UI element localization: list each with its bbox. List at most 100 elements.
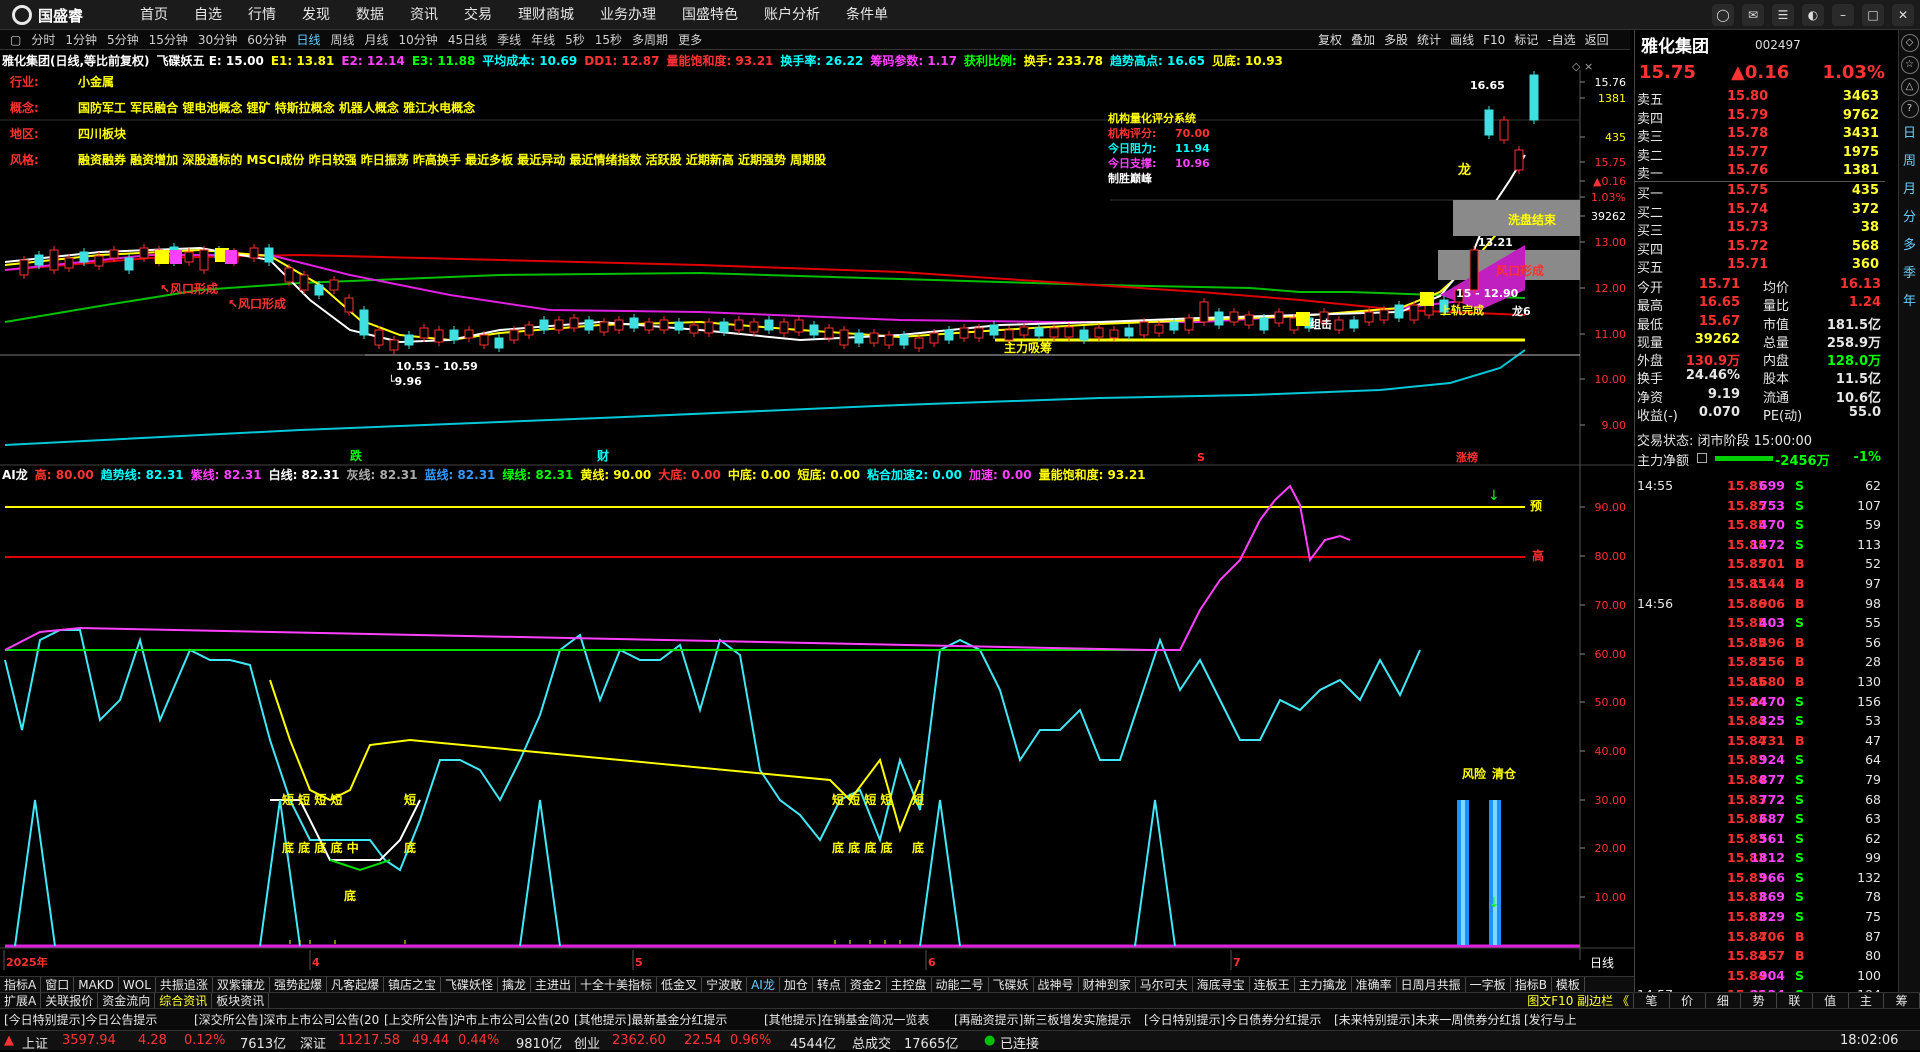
news-item-1[interactable]: [深交所公告]深市上市公司公告(2025.07.28) (190, 1009, 380, 1030)
indicator-tab-29[interactable]: 日周月共振 (1397, 977, 1466, 992)
cy-label[interactable]: 创业 (574, 1033, 600, 1052)
nav-item-3[interactable]: 发现 (302, 0, 330, 30)
news-item-8[interactable]: [发行与上 (1520, 1009, 1710, 1030)
period-7[interactable]: 周线 (331, 31, 355, 48)
indicator-tab-21[interactable]: 飞碟妖 (989, 977, 1034, 992)
indicator-tab-26[interactable]: 连板王 (1250, 977, 1295, 992)
chart-tool-0[interactable]: 复权 (1318, 30, 1342, 50)
indicator-tab-7[interactable]: 凡客起爆 (327, 977, 384, 992)
side-icon-10[interactable]: 年 (1901, 290, 1919, 314)
quote-tab-2[interactable]: 细 (1706, 993, 1742, 1008)
side-icon-4[interactable]: 日 (1901, 122, 1919, 146)
chart-area[interactable]: ↖风口形成 ↖风口形成 10.53 - 10.59└9.96 主力吸筹 16.65 13.… (0, 50, 1634, 976)
quote-tab-0[interactable]: 笔 (1634, 993, 1670, 1008)
period-15[interactable]: 多周期 (632, 31, 668, 48)
indicator-tab-30[interactable]: 一字板 (1466, 977, 1511, 992)
maximize-icon[interactable]: □ (1862, 4, 1884, 26)
nav-item-9[interactable]: 国盛特色 (682, 0, 738, 30)
period-13[interactable]: 5秒 (565, 31, 585, 48)
side-icon-7[interactable]: 分 (1901, 206, 1919, 230)
info-tab-3[interactable]: 综合资讯 (155, 993, 213, 1008)
period-9[interactable]: 10分钟 (399, 31, 438, 48)
side-icon-9[interactable]: 季 (1901, 262, 1919, 286)
indicator-tab-15[interactable]: AI龙 (747, 977, 780, 992)
indicator-tab-32[interactable]: 模板 (1552, 977, 1585, 992)
ask-row[interactable]: 卖五 15.80 3463 (1635, 88, 1885, 108)
chart-tool-7[interactable]: -自选 (1547, 30, 1575, 50)
indicator-tab-28[interactable]: 准确率 (1352, 977, 1397, 992)
period-3[interactable]: 15分钟 (149, 31, 188, 48)
nav-item-10[interactable]: 账户分析 (764, 0, 820, 30)
chart-tool-1[interactable]: 叠加 (1351, 30, 1375, 50)
indicator-tab-2[interactable]: MAKD (74, 977, 119, 992)
side-icon-0[interactable]: ◇ (1900, 34, 1919, 52)
indicator-tab-3[interactable]: WOL (119, 977, 156, 992)
news-item-5[interactable]: [再融资提示]新三板增发实施提示 (950, 1009, 1140, 1030)
indicator-tab-17[interactable]: 转点 (813, 977, 846, 992)
bid-row[interactable]: 买一 15.75 435 (1635, 182, 1885, 202)
indicator-tab-25[interactable]: 海底寻宝 (1193, 977, 1250, 992)
indicator-tab-14[interactable]: 宁波敢 (702, 977, 748, 992)
period-label[interactable]: 日线 (1590, 956, 1614, 970)
side-icon-3[interactable]: ? (1900, 100, 1919, 118)
news-item-3[interactable]: [其他提示]最新基金分红提示 (570, 1009, 760, 1030)
side-icon-1[interactable]: ☆ (1900, 56, 1919, 74)
indicator-tab-19[interactable]: 主控盘 (887, 977, 932, 992)
ask-row[interactable]: 卖四 15.79 9762 (1635, 107, 1885, 127)
nav-item-6[interactable]: 交易 (464, 0, 492, 30)
period-square-icon[interactable]: ▢ (10, 33, 21, 47)
period-16[interactable]: 更多 (678, 31, 702, 48)
news-item-4[interactable]: [其他提示]在销基金简况一览表 (760, 1009, 950, 1030)
skin-icon[interactable]: ◐ (1802, 4, 1824, 26)
chart-tool-4[interactable]: 画线 (1450, 30, 1474, 50)
indicator-tab-8[interactable]: 镇店之宝 (384, 977, 441, 992)
bid-row[interactable]: 买四 15.72 568 (1635, 238, 1885, 258)
period-5[interactable]: 60分钟 (247, 31, 286, 48)
ask-row[interactable]: 卖二 15.77 1975 (1635, 144, 1885, 164)
bid-row[interactable]: 买五 15.71 360 (1635, 256, 1885, 276)
indicator-tab-24[interactable]: 马尔可夫 (1136, 977, 1193, 992)
collapse-icon[interactable]: ◇ × (1572, 60, 1593, 73)
indicator-tab-12[interactable]: 十全十美指标 (576, 977, 658, 992)
period-1[interactable]: 1分钟 (65, 31, 97, 48)
side-icon-8[interactable]: 多 (1901, 234, 1919, 258)
ask-row[interactable]: 卖一 15.76 1381 (1635, 162, 1885, 182)
indicator-tab-5[interactable]: 双紫镰龙 (213, 977, 270, 992)
news-item-7[interactable]: [未来特别提示]未来一周债券分红提示 (1330, 1009, 1520, 1030)
message-icon[interactable]: ◯ (1712, 4, 1734, 26)
nav-item-4[interactable]: 数据 (356, 0, 384, 30)
quote-tab-5[interactable]: 值 (1813, 993, 1849, 1008)
indicator-tab-4[interactable]: 共振追涨 (156, 977, 213, 992)
indicator-tab-9[interactable]: 飞碟妖怪 (441, 977, 498, 992)
chart-tool-6[interactable]: 标记 (1514, 30, 1538, 50)
f10-toggle[interactable]: 图文F10 副边栏 《 (1523, 993, 1634, 1008)
period-14[interactable]: 15秒 (595, 31, 622, 48)
nav-item-7[interactable]: 理财商城 (518, 0, 574, 30)
nav-item-5[interactable]: 资讯 (410, 0, 438, 30)
period-11[interactable]: 季线 (497, 31, 521, 48)
indicator-tab-0[interactable]: 指标A (0, 977, 42, 992)
quote-tab-1[interactable]: 价 (1670, 993, 1706, 1008)
info-tab-2[interactable]: 资金流向 (98, 993, 156, 1008)
indicator-tab-6[interactable]: 强势起爆 (270, 977, 327, 992)
indicator-tab-31[interactable]: 指标B (1511, 977, 1552, 992)
side-icon-5[interactable]: 周 (1901, 150, 1919, 174)
mail-icon[interactable]: ✉ (1742, 4, 1764, 26)
ask-row[interactable]: 卖三 15.78 3431 (1635, 125, 1885, 145)
app-logo[interactable]: 国盛睿 (12, 5, 83, 25)
indicator-tab-20[interactable]: 动能二号 (932, 977, 989, 992)
info-tab-0[interactable]: 扩展A (0, 993, 42, 1008)
quote-tab-4[interactable]: 联 (1777, 993, 1813, 1008)
nav-item-1[interactable]: 自选 (194, 0, 222, 30)
chart-tool-5[interactable]: F10 (1483, 30, 1505, 50)
info-tab-1[interactable]: 关联报价 (41, 993, 99, 1008)
info-tab-4[interactable]: 板块资讯 (212, 993, 270, 1008)
period-10[interactable]: 45日线 (448, 31, 487, 48)
nav-item-0[interactable]: 首页 (140, 0, 168, 30)
period-2[interactable]: 5分钟 (107, 31, 139, 48)
chart-tool-2[interactable]: 多股 (1384, 30, 1408, 50)
period-0[interactable]: 分时 (31, 31, 55, 48)
close-icon[interactable]: ✕ (1892, 4, 1914, 26)
indicator-tab-13[interactable]: 低金叉 (657, 977, 703, 992)
news-item-0[interactable]: [今日特别提示]今日公告提示 (0, 1009, 190, 1030)
